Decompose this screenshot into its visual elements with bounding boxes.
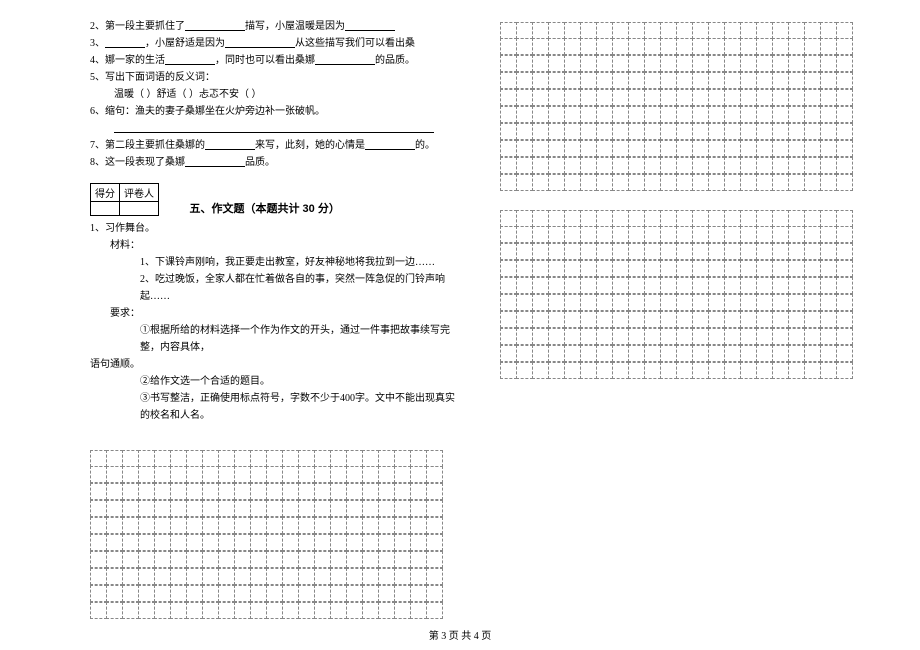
material-label: 材料： xyxy=(90,237,464,254)
req-1: ①根据所给的材料选择一个作为作文的开头，通过一件事把故事续写完整，内容具体， xyxy=(90,322,464,356)
essay-body: 1、习作舞台。 材料： 1、下课铃声刚响，我正要走出教室，好友神秘地将我拉到一边… xyxy=(90,220,464,424)
grid-gap xyxy=(500,192,880,206)
req-1b: 语句通顺。 xyxy=(90,356,464,373)
blank xyxy=(185,156,245,167)
q4: 4、娜一家的生活 ，同时也可以看出桑娜 的品质。 xyxy=(90,52,464,69)
q-num: 8、 xyxy=(90,157,105,168)
q-text: 从这些描写我们可以看出桑 xyxy=(295,38,415,49)
essay-q1: 1、习作舞台。 xyxy=(90,220,464,237)
q-text: ，小屋舒适是因为 xyxy=(145,38,225,49)
material-2: 2、吃过晚饭，全家人都在忙着做各自的事，突然一阵急促的门铃声响起…… xyxy=(90,271,464,305)
blank xyxy=(165,54,215,65)
q6-answer-line xyxy=(90,120,464,137)
q8: 8、这一段表现了桑娜 品质。 xyxy=(90,154,464,171)
q3: 3、 ，小屋舒适是因为 从这些描写我们可以看出桑 xyxy=(90,35,464,52)
blank xyxy=(185,20,245,31)
blank xyxy=(315,54,375,65)
q6: 6、缩句：渔夫的妻子桑娜坐在火炉旁边补一张破帆。 xyxy=(90,103,464,120)
blank xyxy=(365,139,415,150)
q-text: 第二段主要抓住桑娜的 xyxy=(105,140,205,151)
answer-grid-right-1 xyxy=(500,22,880,192)
score-table: 得分 评卷人 xyxy=(90,183,159,216)
blank xyxy=(205,139,255,150)
blank xyxy=(225,37,295,48)
material-1: 1、下课铃声刚响，我正要走出教室，好友神秘地将我拉到一边…… xyxy=(90,254,464,271)
req-label: 要求： xyxy=(90,305,464,322)
right-column xyxy=(500,18,880,380)
q-num: 7、 xyxy=(90,140,105,151)
q-text: 娜一家的生活 xyxy=(105,55,165,66)
blank xyxy=(105,37,145,48)
q7: 7、第二段主要抓住桑娜的 来写，此刻，她的心情是 的。 xyxy=(90,137,464,154)
section-title: 五、作文题（本题共计 30 分） xyxy=(190,200,340,216)
reviewer-label: 评卷人 xyxy=(120,184,159,202)
score-cell xyxy=(91,202,120,216)
q-num: 6、 xyxy=(90,106,105,117)
score-label: 得分 xyxy=(91,184,120,202)
q-num: 2、 xyxy=(90,21,105,32)
answer-grid-right1-wrap xyxy=(500,22,880,192)
page-content: 2、第一段主要抓住了 描写，小屋温暖是因为 3、 ，小屋舒适是因为 从这些描写我们可以… xyxy=(90,18,880,620)
page-footer: 第 3 页 共 4 页 xyxy=(0,627,920,642)
q-text: 的品质。 xyxy=(375,55,415,66)
q-text: 来写，此刻，她的心情是 xyxy=(255,140,365,151)
q-text: 品质。 xyxy=(245,157,275,168)
q-num: 5、 xyxy=(90,72,105,83)
answer-grid-right2-wrap xyxy=(500,210,880,380)
q-text: 描写，小屋温暖是因为 xyxy=(245,21,345,32)
q-text: 温暖（ ）舒适（ ）忐忑不安（ ） xyxy=(114,89,262,100)
blank xyxy=(114,122,434,133)
q-text: 缩句：渔夫的妻子桑娜坐在火炉旁边补一张破帆。 xyxy=(105,106,325,117)
answer-grid-left xyxy=(90,450,464,620)
q5: 5、写出下面词语的反义词： xyxy=(90,69,464,86)
q5-antonyms: 温暖（ ）舒适（ ）忐忑不安（ ） xyxy=(90,86,464,103)
score-box: 得分 评卷人 五、作文题（本题共计 30 分） xyxy=(90,183,464,216)
q-text: 第一段主要抓住了 xyxy=(105,21,185,32)
req-3: ③书写整洁，正确使用标点符号，字数不少于400字。文中不能出现真实的校名和人名。 xyxy=(90,390,464,424)
req-2: ②给作文选一个合适的题目。 xyxy=(90,373,464,390)
reviewer-cell xyxy=(120,202,159,216)
q-num: 3、 xyxy=(90,38,105,49)
q-num: 4、 xyxy=(90,55,105,66)
q-text: ，同时也可以看出桑娜 xyxy=(215,55,315,66)
q-text: 写出下面词语的反义词： xyxy=(105,72,215,83)
q2: 2、第一段主要抓住了 描写，小屋温暖是因为 xyxy=(90,18,464,35)
answer-grid-left-wrap xyxy=(90,424,464,620)
q-text: 的。 xyxy=(415,140,435,151)
q-text: 这一段表现了桑娜 xyxy=(105,157,185,168)
answer-grid-right-2 xyxy=(500,210,880,380)
blank xyxy=(345,20,395,31)
left-column: 2、第一段主要抓住了 描写，小屋温暖是因为 3、 ，小屋舒适是因为 从这些描写我们可以… xyxy=(90,18,464,620)
